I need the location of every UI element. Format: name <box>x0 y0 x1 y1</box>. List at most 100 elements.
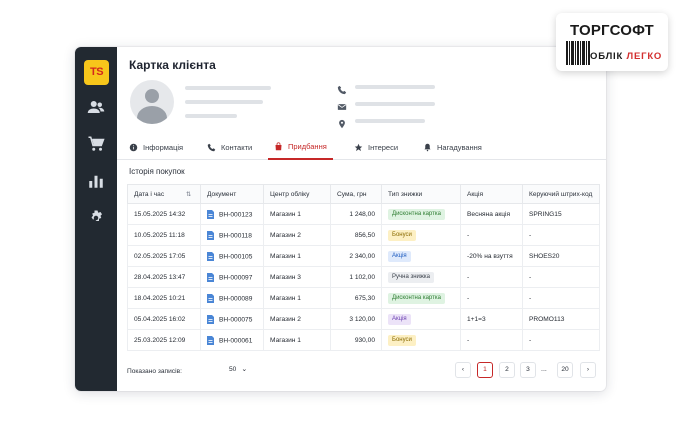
barcode-cell: SHOES20 <box>522 245 600 267</box>
page-button-20[interactable]: 20 <box>557 362 573 378</box>
cart-icon[interactable] <box>85 133 107 155</box>
sum-cell: 856,50 <box>330 224 382 246</box>
discount-badge: Акція <box>388 313 411 325</box>
document-number: ВН-000097 <box>219 273 253 281</box>
document-cell[interactable]: ВН-000075 <box>200 308 264 330</box>
star-icon <box>354 143 363 152</box>
sum-cell: 675,30 <box>330 287 382 309</box>
promo-cell: - <box>460 329 523 351</box>
prev-page-button[interactable]: ‹ <box>455 362 471 378</box>
users-icon[interactable] <box>85 96 107 118</box>
document-cell[interactable]: ВН-000097 <box>200 266 264 288</box>
section-title: Історія покупок <box>129 167 185 176</box>
discount-cell: Акція <box>381 245 461 267</box>
date-cell: 25.03.2025 12:09 <box>127 329 201 351</box>
sum-cell: 2 340,00 <box>330 245 382 267</box>
document-number: ВН-000061 <box>219 336 253 344</box>
promo-cell: Весняна акція <box>460 203 523 225</box>
discount-cell: Ручна знижка <box>381 266 461 288</box>
document-cell[interactable]: ВН-000089 <box>200 287 264 309</box>
page-button-2[interactable]: 2 <box>499 362 515 378</box>
tab-info[interactable]: Інформація <box>129 135 183 160</box>
mail-icon <box>337 99 347 110</box>
column-header[interactable]: Тип знижки <box>381 184 461 204</box>
promo-cell: -20% на взуття <box>460 245 523 267</box>
brand-slogan: ОБЛІК ЛЕГКО <box>590 51 663 62</box>
document-cell[interactable]: ВН-000118 <box>200 224 264 246</box>
table-row[interactable]: 10.05.2025 11:18 ВН-000118 Магазин 2 856,50… <box>127 224 600 246</box>
date-cell: 15.05.2025 14:32 <box>127 203 201 225</box>
document-number: ВН-000089 <box>219 294 253 302</box>
date-cell: 28.04.2025 13:47 <box>127 266 201 288</box>
table-row[interactable]: 15.05.2025 14:32 ВН-000123 Магазин 11 248,… <box>127 203 600 225</box>
tabs-bar: Інформація Контакти Придбання Інтереси Н… <box>117 135 606 160</box>
next-page-button[interactable]: › <box>580 362 596 378</box>
table-row[interactable]: 28.04.2025 13:47 ВН-000097 Магазин 31 102,… <box>127 266 600 288</box>
sort-icon[interactable]: ⇅ <box>186 191 191 198</box>
sum-cell: 1 248,00 <box>330 203 382 225</box>
column-header-date[interactable]: Дата і час ⇅ <box>127 184 201 204</box>
phone-placeholder <box>355 85 435 89</box>
bag-icon <box>275 142 282 151</box>
sum-cell: 1 102,00 <box>330 266 382 288</box>
barcode-icon <box>566 41 590 65</box>
discount-cell: Бонуси <box>381 329 461 351</box>
document-cell[interactable]: ВН-000123 <box>200 203 264 225</box>
document-cell[interactable]: ВН-000061 <box>200 329 264 351</box>
document-icon <box>207 251 214 261</box>
gear-icon[interactable] <box>85 207 107 229</box>
address-placeholder <box>355 119 425 123</box>
tab-label: Контакти <box>221 143 253 152</box>
barcode-cell: SPRING15 <box>522 203 600 225</box>
chart-icon[interactable] <box>85 170 107 192</box>
center-cell: Магазин 1 <box>263 245 331 267</box>
page-size-select[interactable]: 50 ⌄ <box>229 365 247 374</box>
table-row[interactable]: 18.04.2025 10:21 ВН-000089 Магазин 1 675,30… <box>127 287 600 309</box>
column-header[interactable]: Керуючий штрих-код <box>522 184 600 204</box>
location-icon <box>337 116 347 129</box>
document-icon <box>207 314 214 324</box>
table-row[interactable]: 25.03.2025 12:09 ВН-000061 Магазин 1 930,00… <box>127 329 600 351</box>
phone-icon <box>337 82 347 95</box>
column-header[interactable]: Акція <box>460 184 523 204</box>
table-header-row: Дата і час ⇅ Документ Центр обліку Сума, … <box>127 184 600 204</box>
brand-logo: ТОРГСОФТ ОБЛІК ЛЕГКО <box>556 13 668 71</box>
discount-cell: Дисконтна картка <box>381 287 461 309</box>
app-logo[interactable]: TS <box>84 60 109 85</box>
center-cell: Магазин 1 <box>263 329 331 351</box>
center-cell: Магазин 2 <box>263 224 331 246</box>
info-placeholder <box>185 100 263 104</box>
tab-purchases[interactable]: Придбання <box>268 135 333 160</box>
tab-interests[interactable]: Інтереси <box>354 135 398 160</box>
column-header[interactable]: Документ <box>200 184 264 204</box>
purchases-table: Дата і час ⇅ Документ Центр обліку Сума, … <box>127 184 600 351</box>
promo-cell: - <box>460 266 523 288</box>
page-button-1[interactable]: 1 <box>477 362 493 378</box>
tab-label: Нагадування <box>437 143 482 152</box>
document-cell[interactable]: ВН-000105 <box>200 245 264 267</box>
column-header[interactable]: Сума, грн <box>330 184 382 204</box>
table-row[interactable]: 05.04.2025 16:02 ВН-000075 Магазин 23 120,… <box>127 308 600 330</box>
tab-label: Інформація <box>143 143 184 152</box>
brand-name: ТОРГСОФТ <box>570 22 654 39</box>
discount-badge: Дисконтна картка <box>388 208 445 220</box>
discount-badge: Ручна знижка <box>388 271 434 283</box>
tab-contacts[interactable]: Контакти <box>207 135 252 160</box>
page-button-3[interactable]: 3 <box>520 362 536 378</box>
date-cell: 02.05.2025 17:05 <box>127 245 201 267</box>
name-placeholder <box>185 86 271 90</box>
discount-cell: Акція <box>381 308 461 330</box>
column-header[interactable]: Центр обліку <box>263 184 331 204</box>
discount-cell: Бонуси <box>381 224 461 246</box>
avatar <box>130 80 174 124</box>
table-row[interactable]: 02.05.2025 17:05 ВН-000105 Магазин 12 340,… <box>127 245 600 267</box>
barcode-cell: - <box>522 287 600 309</box>
document-number: ВН-000118 <box>219 231 252 239</box>
discount-badge: Акція <box>388 250 411 262</box>
document-icon <box>207 335 214 345</box>
tab-label: Придбання <box>288 142 327 151</box>
discount-badge: Бонуси <box>388 334 416 346</box>
tab-reminders[interactable]: Нагадування <box>423 135 482 160</box>
discount-badge: Дисконтна картка <box>388 292 445 304</box>
center-cell: Магазин 1 <box>263 203 331 225</box>
